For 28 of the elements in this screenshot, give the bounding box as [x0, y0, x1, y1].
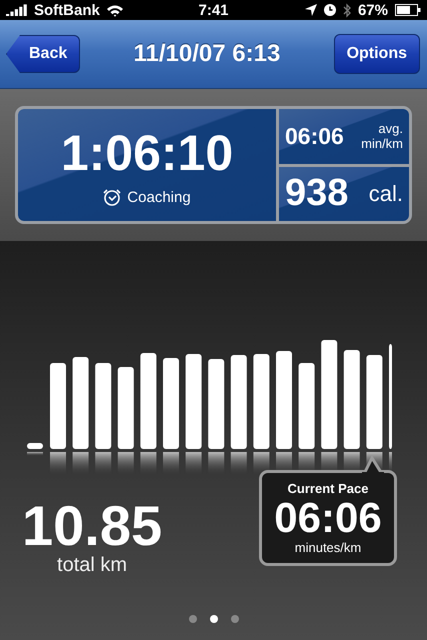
average-pace-value: 06:06 [285, 122, 344, 150]
signal-icon [6, 4, 28, 16]
options-button[interactable]: Options [334, 34, 420, 74]
current-pace-label: Current Pace [288, 481, 368, 496]
battery-percent: 67% [358, 2, 388, 18]
clock-time: 7:41 [198, 2, 229, 18]
calories-unit: cal. [368, 180, 403, 207]
page-dot[interactable] [230, 615, 238, 623]
duration-value: 1:06:10 [60, 124, 234, 182]
current-pace-value: 06:06 [274, 496, 382, 540]
back-button[interactable]: Back [6, 35, 80, 73]
coaching-label: Coaching [127, 188, 191, 206]
location-arrow-icon [304, 4, 317, 16]
pace-unit-label: min/km [361, 136, 403, 152]
carrier-name: SoftBank [34, 2, 100, 18]
battery-icon [395, 4, 421, 16]
nav-title: 11/10/07 6:13 [134, 40, 280, 68]
bluetooth-icon [342, 2, 351, 18]
page-dot[interactable] [188, 615, 196, 623]
calories-value: 938 [285, 172, 348, 216]
alarm-clock-icon [324, 4, 336, 16]
current-pace-unit: minutes/km [294, 540, 362, 555]
pace-unit-label: avg. [378, 121, 403, 136]
page-dot[interactable] [210, 615, 218, 623]
alarm-clock-icon [103, 188, 122, 206]
wifi-icon [106, 4, 124, 16]
distance-value: 10.85 [22, 498, 162, 554]
distance-unit: total km [57, 554, 128, 577]
